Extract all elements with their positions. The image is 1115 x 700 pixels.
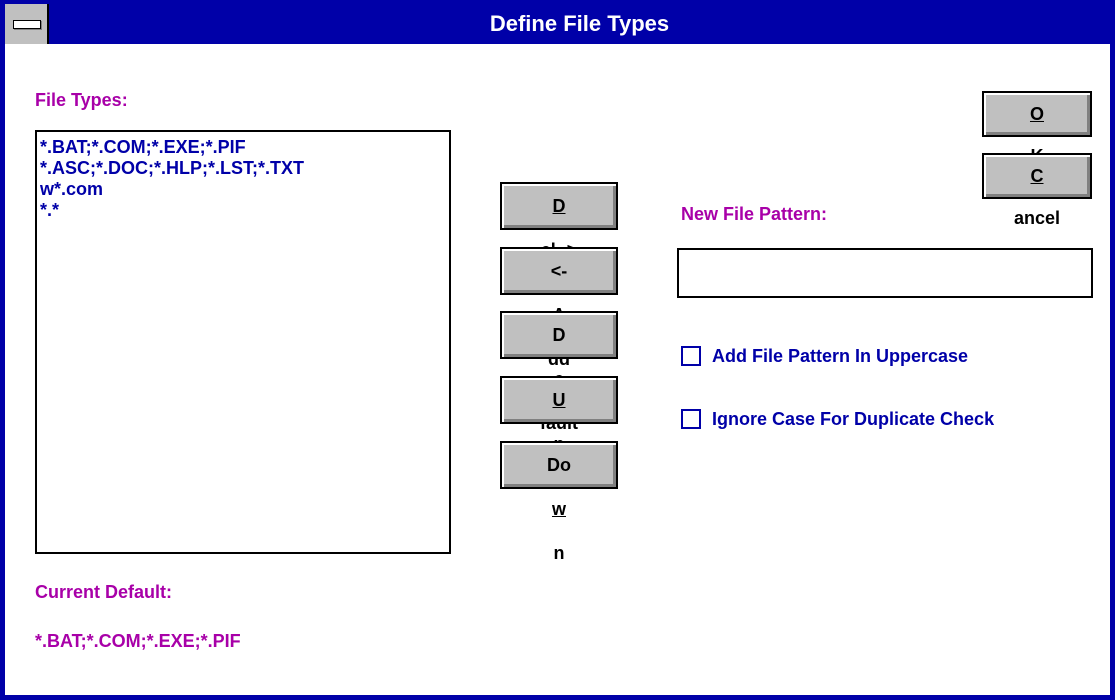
list-item[interactable]: w*.com [40, 179, 449, 200]
up-mnemonic: U [552, 390, 566, 410]
file-types-list[interactable]: *.BAT;*.COM;*.EXE;*.PIF *.ASC;*.DOC;*.HL… [35, 130, 451, 554]
list-item[interactable]: *.BAT;*.COM;*.EXE;*.PIF [40, 137, 449, 158]
uppercase-checkbox[interactable] [681, 346, 701, 366]
current-default-value: *.BAT;*.COM;*.EXE;*.PIF [35, 631, 241, 651]
uppercase-checkbox-row[interactable]: Add File Pattern In Uppercase [681, 344, 968, 368]
uppercase-checkbox-label[interactable]: Add File Pattern In Uppercase [712, 346, 968, 367]
ignore-case-checkbox[interactable] [681, 409, 701, 429]
title-bar: Define File Types [5, 4, 1110, 44]
default-button[interactable]: Default [500, 311, 618, 433]
add-label-pre: <- [550, 261, 568, 281]
ok-button[interactable]: OK [982, 91, 1092, 166]
system-menu-icon [13, 20, 41, 29]
cancel-label: ancel [1013, 208, 1061, 228]
window-title: Define File Types [489, 11, 670, 36]
default-label-pre: D [552, 325, 566, 345]
new-file-pattern-label: New File Pattern: [681, 204, 828, 224]
cancel-button[interactable]: Cancel [982, 153, 1092, 228]
del-button[interactable]: Del -> [500, 182, 618, 260]
list-item[interactable]: *.ASC;*.DOC;*.HLP;*.LST;*.TXT [40, 158, 449, 179]
down-mnemonic: w [551, 499, 566, 519]
new-file-pattern-input[interactable] [677, 248, 1093, 298]
file-types-label: File Types: [35, 90, 128, 110]
cancel-mnemonic: C [1030, 166, 1044, 186]
ignore-case-checkbox-label[interactable]: Ignore Case For Duplicate Check [712, 409, 994, 430]
add-button[interactable]: <- Add [500, 247, 618, 369]
current-default-label: Current Default: [35, 582, 173, 602]
down-label-pre: Do [547, 455, 571, 475]
down-button[interactable]: Do w n [500, 441, 618, 563]
define-file-types-dialog: Define File Types File Types: *.BAT;*.CO… [0, 0, 1115, 700]
ok-mnemonic: O [1029, 104, 1044, 124]
del-mnemonic: D [552, 196, 566, 216]
down-label: n [553, 543, 565, 563]
list-item[interactable]: *.* [40, 200, 449, 221]
system-menu-button[interactable] [5, 4, 49, 44]
ignore-case-checkbox-row[interactable]: Ignore Case For Duplicate Check [681, 407, 994, 431]
up-button[interactable]: Up [500, 376, 618, 454]
